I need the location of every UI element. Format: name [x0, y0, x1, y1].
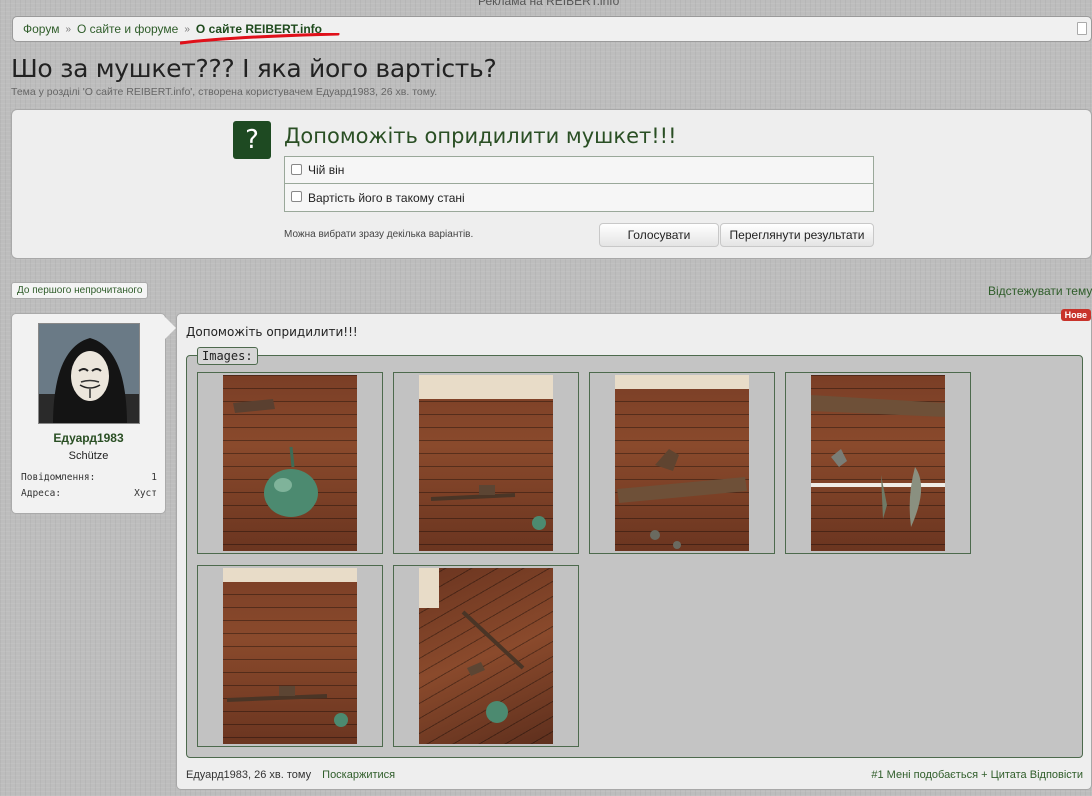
watch-thread-link[interactable]: Відстежувати тему: [988, 284, 1092, 298]
post: Нове Допоможіть опридилити!!! Images: Ед…: [176, 309, 1092, 790]
images-fieldset: Images:: [186, 347, 1083, 758]
photo-3: [615, 375, 749, 551]
poll-container: ? Допоможіть опридилити мушкет!!! Чій ві…: [11, 109, 1092, 259]
image-thumbnail[interactable]: [785, 372, 971, 554]
photo-5: [223, 568, 357, 744]
poll-option[interactable]: Чій він: [284, 156, 874, 184]
breadcrumb-separator: »: [65, 23, 72, 35]
post-footer: Едуард1983, 26 хв. тому Поскаржитися #1 …: [186, 769, 1083, 781]
top-ad-text: Реклама на REIBERT.info: [478, 0, 620, 8]
photo-4: [811, 375, 945, 551]
images-legend: Images:: [197, 347, 258, 365]
poll-option-label: Чій він: [308, 163, 345, 177]
address-value: Хуст: [134, 488, 157, 499]
poll-hint: Можна вибрати зразу декілька варіантів.: [284, 229, 474, 240]
new-badge: Нове: [1060, 309, 1091, 321]
thread-title: Шо за мушкет??? І яка його вартість?: [11, 54, 497, 83]
user-rank: Schütze: [68, 450, 109, 462]
post-author-time[interactable]: Едуард1983, 26 хв. тому: [186, 769, 311, 781]
checkbox[interactable]: [291, 191, 302, 202]
breadcrumb: Форум » О сайте и форуме » О сайте REIBE…: [12, 16, 1092, 42]
quote-link[interactable]: + Цитата: [981, 769, 1027, 781]
poll-option-label: Вартість його в такому стані: [308, 190, 465, 205]
photo-1: [223, 375, 357, 551]
reply-link[interactable]: Відповісти: [1030, 769, 1083, 781]
red-underline-annotation: [180, 33, 340, 45]
image-thumbnail[interactable]: [197, 372, 383, 554]
avatar-image: [39, 324, 139, 423]
post-number-link[interactable]: #1: [871, 769, 883, 781]
photo-2: [419, 375, 553, 551]
image-thumbnail[interactable]: [589, 372, 775, 554]
messages-value: 1: [151, 472, 157, 483]
address-label: Адреса:: [21, 488, 62, 499]
post-text: Допоможіть опридилити!!!: [186, 325, 358, 339]
like-link[interactable]: Мені подобається: [887, 769, 978, 781]
post-pointer-arrow: [165, 317, 176, 339]
thread-description: Тема у розділі 'О сайте REIBERT.info', с…: [11, 86, 438, 98]
avatar[interactable]: [38, 323, 140, 424]
checkbox[interactable]: [291, 163, 302, 175]
image-thumbnail[interactable]: [197, 565, 383, 747]
user-messages: Повідомлення: 1: [21, 472, 157, 483]
image-thumbnail[interactable]: [393, 372, 579, 554]
first-unread-button[interactable]: До першого непрочитаного: [11, 282, 149, 299]
question-icon: ?: [233, 121, 271, 159]
image-thumbnail[interactable]: [393, 565, 579, 747]
poll-option[interactable]: Вартість його в такому стані: [284, 184, 874, 212]
document-icon[interactable]: [1077, 22, 1087, 35]
report-link[interactable]: Поскаржитися: [322, 769, 395, 781]
photo-6: [419, 568, 553, 744]
messages-label: Повідомлення:: [21, 472, 96, 483]
poll-question: Допоможіть опридилити мушкет!!!: [284, 124, 677, 148]
user-info-block: Едуард1983 Schütze Повідомлення: 1 Адрес…: [11, 313, 166, 514]
breadcrumb-about[interactable]: О сайте и форуме: [77, 22, 178, 36]
vote-button[interactable]: Голосувати: [599, 223, 719, 247]
user-address: Адреса: Хуст: [21, 488, 157, 499]
username[interactable]: Едуард1983: [12, 431, 165, 445]
breadcrumb-forum[interactable]: Форум: [23, 22, 59, 36]
view-results-button[interactable]: Переглянути результати: [720, 223, 874, 247]
poll-options: Чій він Вартість його в такому стані: [284, 156, 874, 212]
